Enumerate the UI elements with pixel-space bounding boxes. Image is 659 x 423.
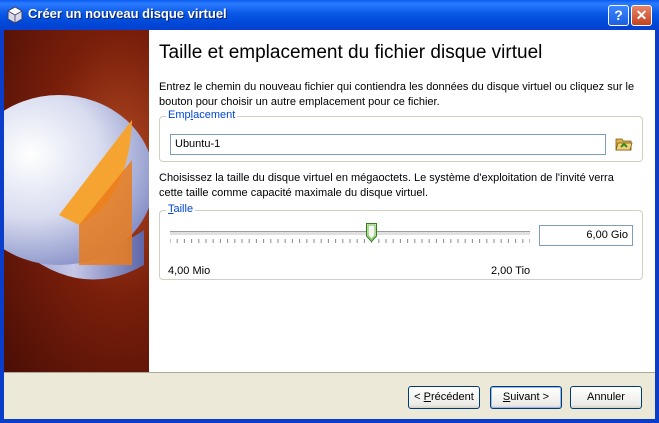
size-slider-ticks — [170, 239, 530, 243]
slider-min-label: 4,00 Mio — [168, 265, 211, 277]
next-button[interactable]: Suivant > — [490, 386, 562, 409]
cancel-button[interactable]: Annuler — [570, 386, 642, 409]
help-button[interactable]: ? — [608, 5, 629, 26]
page-title: Taille et emplacement du fichier disque … — [159, 42, 543, 63]
close-button[interactable]: ✕ — [631, 5, 652, 26]
dialog-body: Taille et emplacement du fichier disque … — [4, 30, 655, 419]
disk-illustration — [4, 95, 149, 280]
size-slider-track[interactable] — [170, 231, 530, 236]
title-bar[interactable]: Créer un nouveau disque virtuel ? ✕ — [0, 0, 659, 30]
window-title: Créer un nouveau disque virtuel — [28, 6, 227, 21]
wizard-page: Taille et emplacement du fichier disque … — [149, 30, 655, 372]
location-group: Emplacement Ubuntu-1 — [159, 109, 643, 162]
button-bar: < Précédent Suivant > Annuler — [4, 372, 655, 419]
dialog-window: Créer un nouveau disque virtuel ? ✕ Tail… — [0, 0, 659, 423]
location-description: Entrez le chemin du nouveau fichier qui … — [159, 81, 635, 108]
virtualbox-icon — [7, 6, 23, 24]
disk-art — [4, 30, 149, 372]
slider-max-label: 2,00 Tio — [491, 265, 531, 277]
size-slider-thumb[interactable] — [366, 223, 378, 242]
back-button[interactable]: < Précédent — [408, 386, 480, 409]
size-value-input[interactable]: 6,00 Gio — [539, 225, 633, 246]
location-input[interactable]: Ubuntu-1 — [170, 134, 606, 155]
folder-open-icon[interactable] — [615, 135, 633, 153]
size-group: Taille 6,00 Gio 4,00 Mio 2,00 Tio — [159, 203, 643, 280]
location-group-label: Emplacement — [166, 109, 238, 121]
size-description: Choisissez la taille du disque virtuel e… — [159, 172, 614, 199]
size-group-label: Taille — [166, 203, 196, 215]
